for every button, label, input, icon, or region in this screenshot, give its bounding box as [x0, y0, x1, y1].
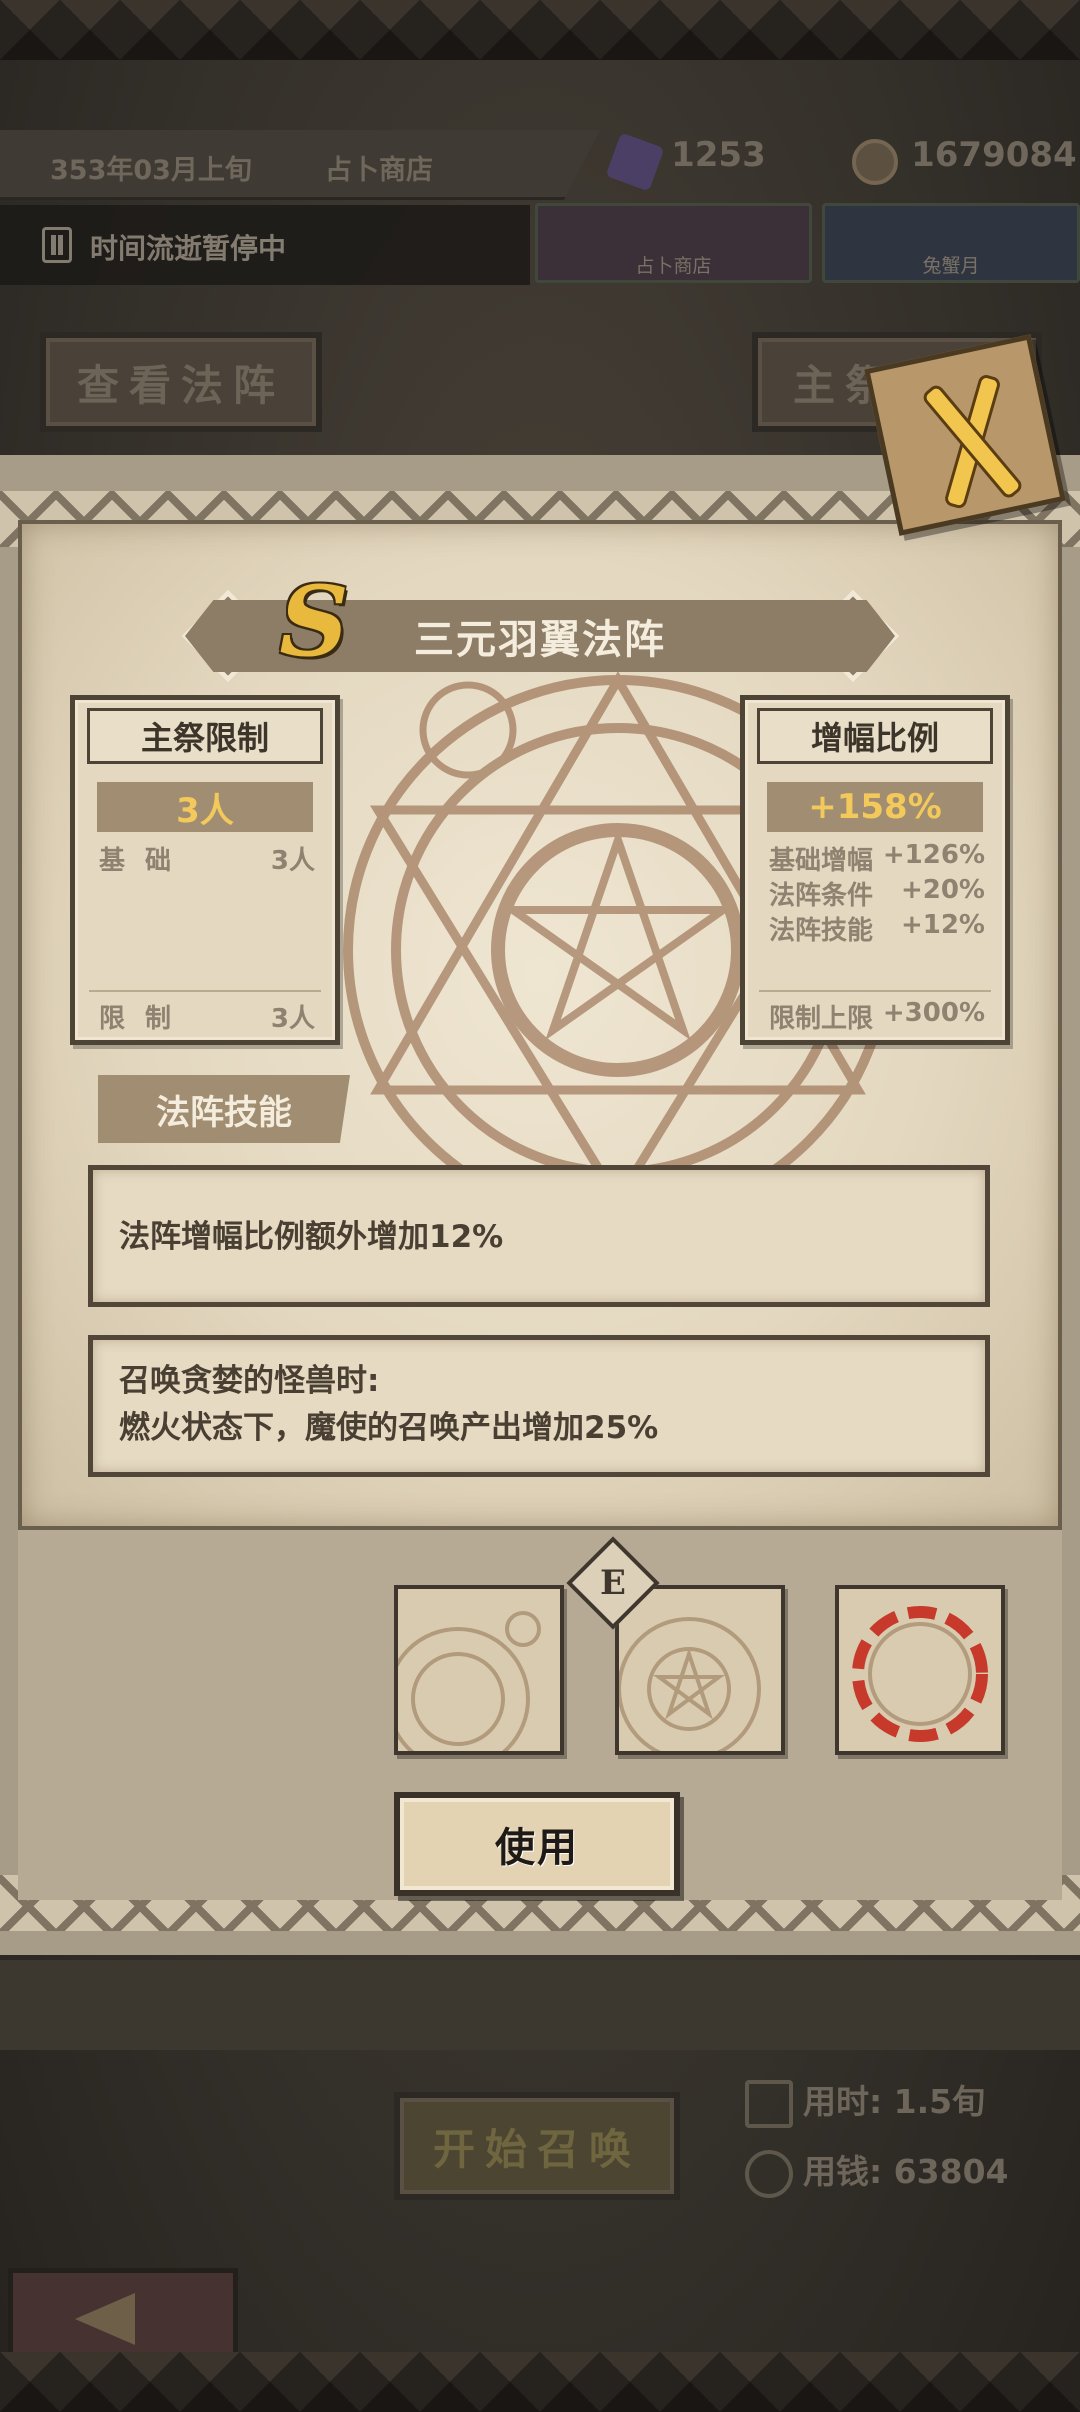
array-skill-tab: 法阵技能 [98, 1075, 350, 1143]
amplify-ratio-value: +158% [767, 782, 983, 832]
time-used: 用时: 1.5旬 [745, 2075, 985, 2128]
money-used: 用钱: 63804 [745, 2145, 1009, 2198]
hourglass-icon [745, 2079, 793, 2128]
money-used-text: 用钱: 63804 [803, 2152, 1009, 2191]
amplify-row-label: 法阵条件 [769, 881, 874, 911]
crystal-icon [605, 132, 665, 191]
divider [89, 990, 321, 992]
divider [759, 990, 991, 992]
limit-value: 3人 [270, 1004, 315, 1034]
array-option-art [619, 1617, 761, 1751]
time-used-text: 用时: 1.5旬 [803, 2082, 986, 2121]
condition-description-box: 召唤贪婪的怪兽时: 燃火状态下，魔使的召唤产出增加25% [88, 1335, 990, 1477]
start-summon-button[interactable]: 开始召唤 [394, 2092, 680, 2200]
amplify-cap-label: 限制上限 [769, 1004, 874, 1034]
bottom-decor-strip [0, 1960, 1080, 2050]
priest-limit-heading: 主祭限制 [87, 708, 323, 764]
skill-description: 法阵增幅比例额外增加12% [119, 1219, 504, 1255]
coin-icon [852, 138, 898, 185]
use-button[interactable]: 使用 [394, 1792, 680, 1896]
date-location-bar: 353年03月上旬 占卜商店 [0, 130, 600, 200]
close-icon[interactable] [864, 334, 1066, 536]
amplify-ratio-heading: 增幅比例 [757, 708, 993, 764]
condition-line-1: 召唤贪婪的怪兽时: [119, 1363, 380, 1399]
condition-line-2: 燃火状态下，魔使的召唤产出增加25% [119, 1410, 659, 1446]
top-decor-border [0, 0, 1080, 60]
amplify-cap-row: 限制上限 +300% [769, 998, 985, 1035]
priest-limit-box: 主祭限制 3人 基础 3人 限制 3人 [70, 695, 340, 1045]
pentagram-icon [745, 2149, 793, 2198]
array-option-art [398, 1611, 541, 1751]
location-text: 占卜商店 [325, 155, 433, 186]
skill-description-box: 法阵增幅比例额外增加12% [88, 1165, 990, 1307]
limit-row: 限制 3人 [99, 998, 315, 1035]
view-array-button[interactable]: 查看法阵 [40, 332, 322, 432]
amplify-cap-value: +300% [882, 998, 985, 1028]
amplify-row-label: 法阵技能 [769, 916, 874, 946]
grade-badge: S [279, 565, 349, 678]
amplify-row-value: +20% [900, 875, 985, 905]
character-thumbnail[interactable]: 兔蟹月 [822, 203, 1080, 283]
array-option-art [852, 1606, 988, 1742]
pause-icon [42, 227, 72, 263]
base-label: 基础 [99, 846, 192, 876]
shop-thumbnail[interactable]: 占卜商店 [535, 203, 812, 283]
amplify-ratio-box: 增幅比例 +158% 基础增幅 +126% 法阵条件 +20% 法阵技能 +12… [740, 695, 1010, 1045]
base-value: 3人 [270, 846, 315, 876]
priest-limit-value: 3人 [97, 782, 313, 832]
base-row: 基础 3人 [99, 840, 315, 877]
back-button[interactable] [8, 2268, 238, 2360]
array-title-text: 三元羽翼法阵 [414, 617, 666, 663]
limit-label: 限制 [99, 1004, 192, 1034]
crystal-amount: 1253 [671, 135, 766, 175]
array-option-3-locked[interactable] [835, 1585, 1005, 1755]
amplify-row-value: +126% [882, 840, 985, 870]
amplify-row-value: +12% [900, 910, 985, 940]
amplify-row-skill: 法阵技能 +12% [769, 910, 985, 947]
shop-thumbnail-label: 占卜商店 [635, 255, 712, 277]
date-text: 353年03月上旬 [50, 155, 252, 186]
amplify-row-condition: 法阵条件 +20% [769, 875, 985, 912]
coin-counter: 1679084 [852, 135, 1077, 185]
array-option-1[interactable] [394, 1585, 564, 1755]
bottom-decor-border [0, 2352, 1080, 2412]
amplify-row-base: 基础增幅 +126% [769, 840, 985, 877]
red-ring-icon [852, 1606, 988, 1742]
character-thumbnail-label: 兔蟹月 [922, 255, 980, 277]
selected-marker-text: E [600, 1563, 626, 1603]
crystal-counter: 1253 [605, 132, 766, 191]
amplify-row-label: 基础增幅 [769, 846, 874, 876]
time-paused-bar: 时间流逝暂停中 [0, 205, 530, 285]
back-arrow-icon [75, 2293, 135, 2345]
pause-status-text: 时间流逝暂停中 [90, 232, 287, 265]
coin-amount: 1679084 [911, 135, 1077, 175]
